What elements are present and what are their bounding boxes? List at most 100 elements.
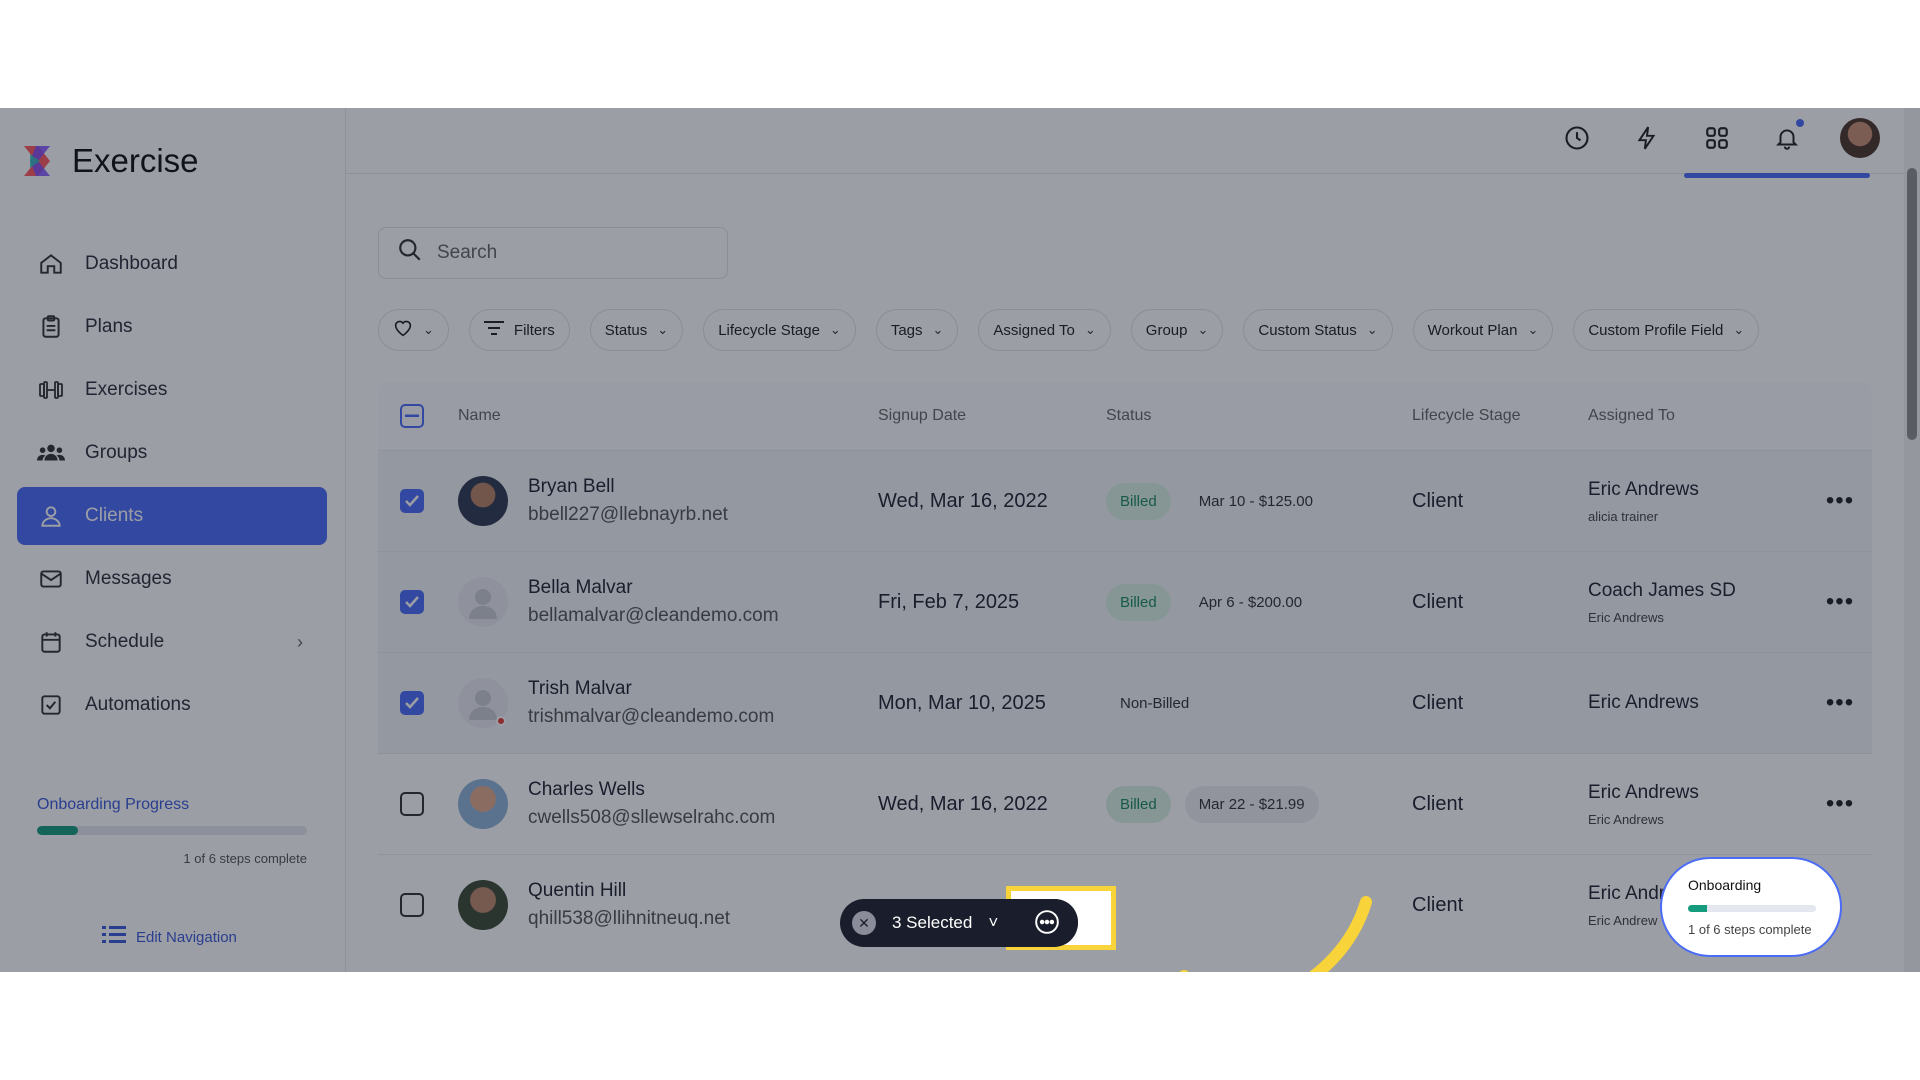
sidebar-item-label: Dashboard	[85, 253, 178, 274]
clear-selection-close-icon[interactable]: ✕	[852, 911, 876, 935]
bulk-more-actions-button[interactable]	[1016, 899, 1078, 945]
chevron-down-icon[interactable]: ˅	[988, 913, 998, 933]
edit-navigation-link[interactable]: Edit Navigation	[102, 924, 237, 950]
custom-status-filter[interactable]: Custom Status ⌄	[1243, 309, 1393, 351]
sidebar-item-label: Exercises	[85, 379, 168, 400]
sidebar-item-messages[interactable]: Messages	[17, 550, 327, 608]
status-filter[interactable]: Status ⌄	[589, 309, 684, 351]
bell-icon[interactable]	[1770, 119, 1804, 155]
checkbox-icon	[37, 691, 65, 719]
lifecycle-stage: Client	[1412, 792, 1464, 815]
assigned-to: Coach James SD	[1588, 579, 1736, 601]
onboarding-progress[interactable]: Onboarding Progress 1 of 6 steps complet…	[37, 796, 307, 866]
select-all-checkbox[interactable]	[400, 404, 424, 428]
status-badge: Billed	[1106, 785, 1171, 823]
row-checkbox[interactable]	[400, 590, 424, 614]
logo[interactable]: Exercise	[20, 142, 199, 180]
assigned-to: Eric Andrews	[1588, 478, 1699, 500]
sidebar-item-label: Schedule	[85, 631, 165, 652]
billing-info: Non-Billed	[1120, 694, 1190, 712]
table-row[interactable]: Trish Malvar trishmalvar@cleandemo.com Mo…	[378, 652, 1872, 753]
workout-plan-filter[interactable]: Workout Plan ⌄	[1412, 309, 1554, 351]
chevron-down-icon: ⌄	[1197, 322, 1209, 337]
users-icon	[37, 439, 65, 467]
filter-lines-icon	[483, 320, 504, 340]
avatar	[458, 880, 508, 930]
row-checkbox[interactable]	[400, 691, 424, 715]
signup-date: Fri, Feb 7, 2025	[878, 590, 1020, 613]
lifecycle-stage: Client	[1412, 691, 1464, 714]
sidebar-item-clients[interactable]: Clients	[17, 487, 327, 545]
chevron-down-icon: ⌄	[1366, 322, 1378, 337]
dumbbell-icon	[37, 376, 65, 404]
search-placeholder: Search	[437, 242, 498, 263]
billing-info: Apr 6 - $200.00	[1198, 593, 1303, 611]
column-header-signup-date[interactable]: Signup Date	[878, 407, 1106, 425]
more-options-icon[interactable]: •••	[1808, 487, 1872, 515]
client-name[interactable]: Quentin Hill	[528, 880, 730, 902]
more-options-icon[interactable]: •••	[1808, 689, 1872, 717]
client-name[interactable]: Trish Malvar	[528, 678, 774, 700]
heart-icon	[393, 319, 413, 341]
scrollbar-thumb[interactable]	[1907, 168, 1917, 440]
status-badge: Billed	[1106, 482, 1171, 520]
row-checkbox[interactable]	[400, 893, 424, 917]
signup-date: Mon, Mar 10, 2025	[878, 691, 1046, 714]
signup-date: Wed, Mar 16, 2022	[878, 489, 1048, 512]
chevron-down-icon: ⌄	[423, 322, 434, 337]
sidebar-item-exercises[interactable]: Exercises	[17, 361, 327, 419]
filter-label: Custom Profile Field	[1588, 321, 1724, 339]
sidebar-item-automations[interactable]: Automations	[17, 676, 327, 734]
selected-count[interactable]: 3 Selected	[892, 913, 972, 933]
user-avatar[interactable]	[1840, 118, 1880, 158]
onboarding-widget[interactable]: Onboarding 1 of 6 steps complete	[1660, 857, 1842, 957]
client-name[interactable]: Bella Malvar	[528, 577, 779, 599]
filter-label: Group	[1145, 321, 1188, 339]
assigned-to-filter[interactable]: Assigned To ⌄	[978, 309, 1111, 351]
row-checkbox[interactable]	[400, 792, 424, 816]
sidebar-item-dashboard[interactable]: Dashboard	[17, 235, 327, 293]
column-header-status[interactable]: Status	[1106, 407, 1412, 425]
sidebar-item-label: Plans	[85, 316, 133, 337]
chevron-right-icon[interactable]: ›	[297, 632, 303, 653]
more-options-icon[interactable]: •••	[1808, 588, 1872, 616]
table-row[interactable]: Bella Malvar bellamalvar@cleandemo.com Fr…	[378, 551, 1872, 652]
tags-filter[interactable]: Tags ⌄	[875, 309, 959, 351]
client-name[interactable]: Charles Wells	[528, 779, 775, 801]
more-options-icon[interactable]: •••	[1808, 790, 1872, 818]
filter-label: Filters	[513, 321, 555, 339]
sidebar-item-plans[interactable]: Plans	[17, 298, 327, 356]
clipboard-icon	[37, 313, 65, 341]
billing-info: Mar 10 - $125.00	[1198, 492, 1313, 510]
lifecycle-stage: Client	[1412, 590, 1464, 613]
notification-dot	[1796, 119, 1804, 127]
lightning-icon[interactable]	[1630, 121, 1664, 155]
group-filter[interactable]: Group ⌄	[1130, 309, 1224, 351]
lifecycle-stage-filter[interactable]: Lifecycle Stage ⌄	[703, 309, 856, 351]
filters-button[interactable]: Filters	[468, 309, 570, 351]
favorites-filter[interactable]: ⌄	[378, 309, 449, 351]
sidebar-item-label: Groups	[85, 442, 148, 463]
table-row[interactable]: Charles Wells cwells508@sllewselrahc.com …	[378, 753, 1872, 854]
lifecycle-stage: Client	[1412, 893, 1464, 916]
sidebar-item-groups[interactable]: Groups	[17, 424, 327, 482]
sidebar-item-schedule[interactable]: Schedule ›	[17, 613, 327, 671]
user-icon	[37, 502, 65, 530]
row-checkbox[interactable]	[400, 489, 424, 513]
scrollbar[interactable]	[1904, 108, 1920, 972]
history-icon[interactable]	[1560, 121, 1594, 155]
client-name[interactable]: Bryan Bell	[528, 476, 728, 498]
apps-grid-icon[interactable]	[1700, 121, 1734, 155]
sidebar-item-label: Automations	[85, 694, 191, 715]
column-header-name[interactable]: Name	[458, 407, 878, 425]
avatar	[458, 678, 508, 728]
search-input[interactable]: Search	[378, 227, 728, 279]
sidebar-nav: Dashboard Plans Exercises Groups Clients…	[17, 235, 327, 739]
onboarding-title: Onboarding Progress	[37, 796, 190, 813]
table-row[interactable]: Bryan Bell bbell227@llebnayrb.net Wed, Ma…	[378, 450, 1872, 551]
mail-icon	[37, 565, 65, 593]
custom-profile-field-filter[interactable]: Custom Profile Field ⌄	[1573, 309, 1760, 351]
top-bar	[346, 108, 1920, 178]
column-header-assigned-to[interactable]: Assigned To	[1588, 407, 1808, 425]
column-header-lifecycle-stage[interactable]: Lifecycle Stage	[1412, 407, 1588, 425]
